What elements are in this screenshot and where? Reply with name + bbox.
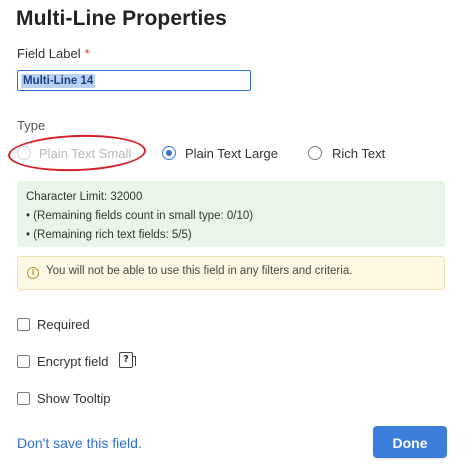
rich-text-remaining-text: • (Remaining rich text fields: 5/5) <box>26 229 192 241</box>
radio-label-plain-text-large: Plain Text Large <box>185 146 278 161</box>
dont-save-field-link[interactable]: Don't save this field. <box>17 435 142 451</box>
encrypt-field-label: Encrypt field <box>37 354 109 369</box>
field-label-text: Field Label <box>17 46 81 61</box>
show-tooltip-checkbox[interactable] <box>17 392 30 405</box>
character-limit-text: Character Limit: 32000 <box>26 191 143 203</box>
info-icon: i <box>27 267 39 279</box>
show-tooltip-label: Show Tooltip <box>37 391 111 406</box>
field-label-input-value: Multi-Line 14 <box>21 74 96 88</box>
filter-warning-text: You will not be able to use this field i… <box>46 265 353 277</box>
done-button[interactable]: Done <box>373 426 447 458</box>
required-marker: * <box>84 46 90 61</box>
radio-button-plain-text-large[interactable] <box>162 146 176 160</box>
radio-button-rich-text[interactable] <box>308 146 322 160</box>
encrypt-field-checkbox[interactable] <box>17 355 30 368</box>
required-checkbox[interactable] <box>17 318 30 331</box>
filter-warning-box: i You will not be able to use this field… <box>17 256 445 290</box>
field-label-input[interactable]: Multi-Line 14 <box>17 70 251 91</box>
field-label-heading: Field Label * <box>17 46 90 61</box>
required-label: Required <box>37 317 90 332</box>
annotation-red-circle <box>7 132 147 174</box>
character-limit-info-box: Character Limit: 32000 • (Remaining fiel… <box>17 181 445 247</box>
dialog-title: Multi-Line Properties <box>16 7 227 30</box>
small-type-remaining-text: • (Remaining fields count in small type:… <box>26 210 254 222</box>
radio-label-rich-text: Rich Text <box>332 146 386 161</box>
help-icon[interactable]: ? <box>119 352 136 368</box>
type-heading: Type <box>17 118 46 133</box>
